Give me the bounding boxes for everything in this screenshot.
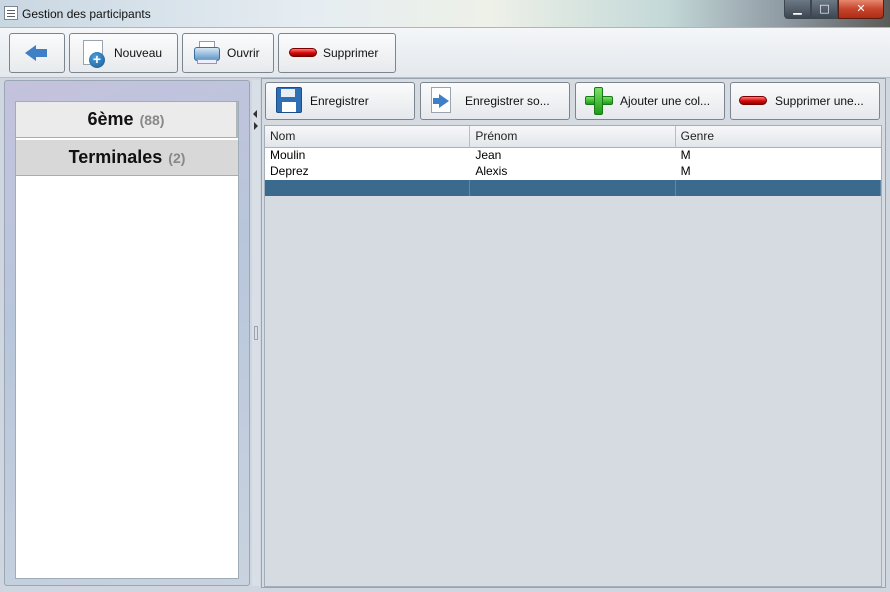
table-row[interactable]: Deprez Alexis M (265, 164, 881, 180)
close-button[interactable]: ✕ (838, 0, 884, 19)
new-button-label: Nouveau (114, 46, 163, 60)
title-bar: Gestion des participants ▁ □ ✕ (0, 0, 890, 28)
cell-prenom[interactable]: Jean (470, 148, 675, 164)
open-button[interactable]: Ouvrir (182, 33, 274, 73)
cell-genre[interactable]: M (676, 148, 881, 164)
expand-right-icon[interactable] (254, 122, 258, 130)
delete-icon (289, 39, 317, 67)
delete-button[interactable]: Supprimer (278, 33, 396, 73)
group-item-6eme[interactable]: 6ème (88) (16, 102, 238, 138)
open-button-label: Ouvrir (227, 46, 260, 60)
floppy-disk-icon (274, 86, 304, 116)
minimize-button[interactable]: ▁ (784, 0, 811, 19)
splitter-grip[interactable] (254, 326, 258, 340)
window-controls: ▁ □ ✕ (784, 0, 884, 19)
collapse-left-icon[interactable] (253, 110, 257, 118)
add-column-button-label: Ajouter une col... (620, 94, 711, 108)
column-header-genre[interactable]: Genre (676, 126, 881, 148)
cell-genre[interactable]: M (676, 164, 881, 180)
main-toolbar: + Nouveau Ouvrir Supprimer (0, 28, 890, 78)
table-header: Nom Prénom Genre (265, 126, 881, 148)
table-row[interactable]: Moulin Jean M (265, 148, 881, 164)
table-toolbar: Enregistrer Enregistrer so... Ajouter un… (262, 79, 885, 125)
save-button-label: Enregistrer (310, 94, 369, 108)
delete-button-label: Supprimer (323, 46, 379, 60)
arrow-left-icon (23, 39, 51, 67)
maximize-button[interactable]: □ (811, 0, 838, 19)
cell-prenom[interactable]: Alexis (470, 164, 675, 180)
group-item-terminales[interactable]: Terminales (2) (16, 140, 238, 176)
new-button[interactable]: + Nouveau (69, 33, 178, 73)
back-button[interactable] (9, 33, 65, 73)
cell-nom[interactable]: Deprez (265, 164, 470, 180)
save-button[interactable]: Enregistrer (265, 82, 415, 120)
panel-splitter[interactable] (252, 80, 260, 586)
new-document-icon: + (80, 39, 108, 68)
participants-panel: Enregistrer Enregistrer so... Ajouter un… (261, 78, 886, 588)
table-row-selected[interactable] (265, 180, 881, 196)
groups-panel: 6ème (88) Terminales (2) (4, 80, 250, 586)
cell-nom[interactable] (265, 180, 471, 196)
group-name: 6ème (87, 109, 134, 129)
export-document-icon (429, 86, 459, 116)
delete-column-button[interactable]: Supprimer une... (730, 82, 880, 120)
group-count: (2) (168, 149, 186, 166)
group-count: (88) (139, 111, 165, 128)
column-header-prenom[interactable]: Prénom (470, 126, 676, 148)
add-column-button[interactable]: Ajouter une col... (575, 82, 725, 120)
groups-list: 6ème (88) Terminales (2) (15, 101, 239, 579)
save-as-button[interactable]: Enregistrer so... (420, 82, 570, 120)
cell-prenom[interactable] (470, 180, 676, 196)
participants-table[interactable]: Nom Prénom Genre Moulin Jean M Deprez Al… (264, 125, 882, 587)
window-title: Gestion des participants (22, 7, 151, 21)
green-plus-icon (584, 86, 614, 116)
cell-genre[interactable] (676, 180, 881, 196)
column-header-nom[interactable]: Nom (265, 126, 471, 148)
delete-icon (739, 86, 769, 116)
printer-icon (193, 39, 221, 67)
app-icon (4, 6, 18, 20)
group-name: Terminales (68, 147, 163, 167)
save-as-button-label: Enregistrer so... (465, 94, 550, 108)
cell-nom[interactable]: Moulin (265, 148, 470, 164)
delete-column-button-label: Supprimer une... (775, 94, 864, 108)
